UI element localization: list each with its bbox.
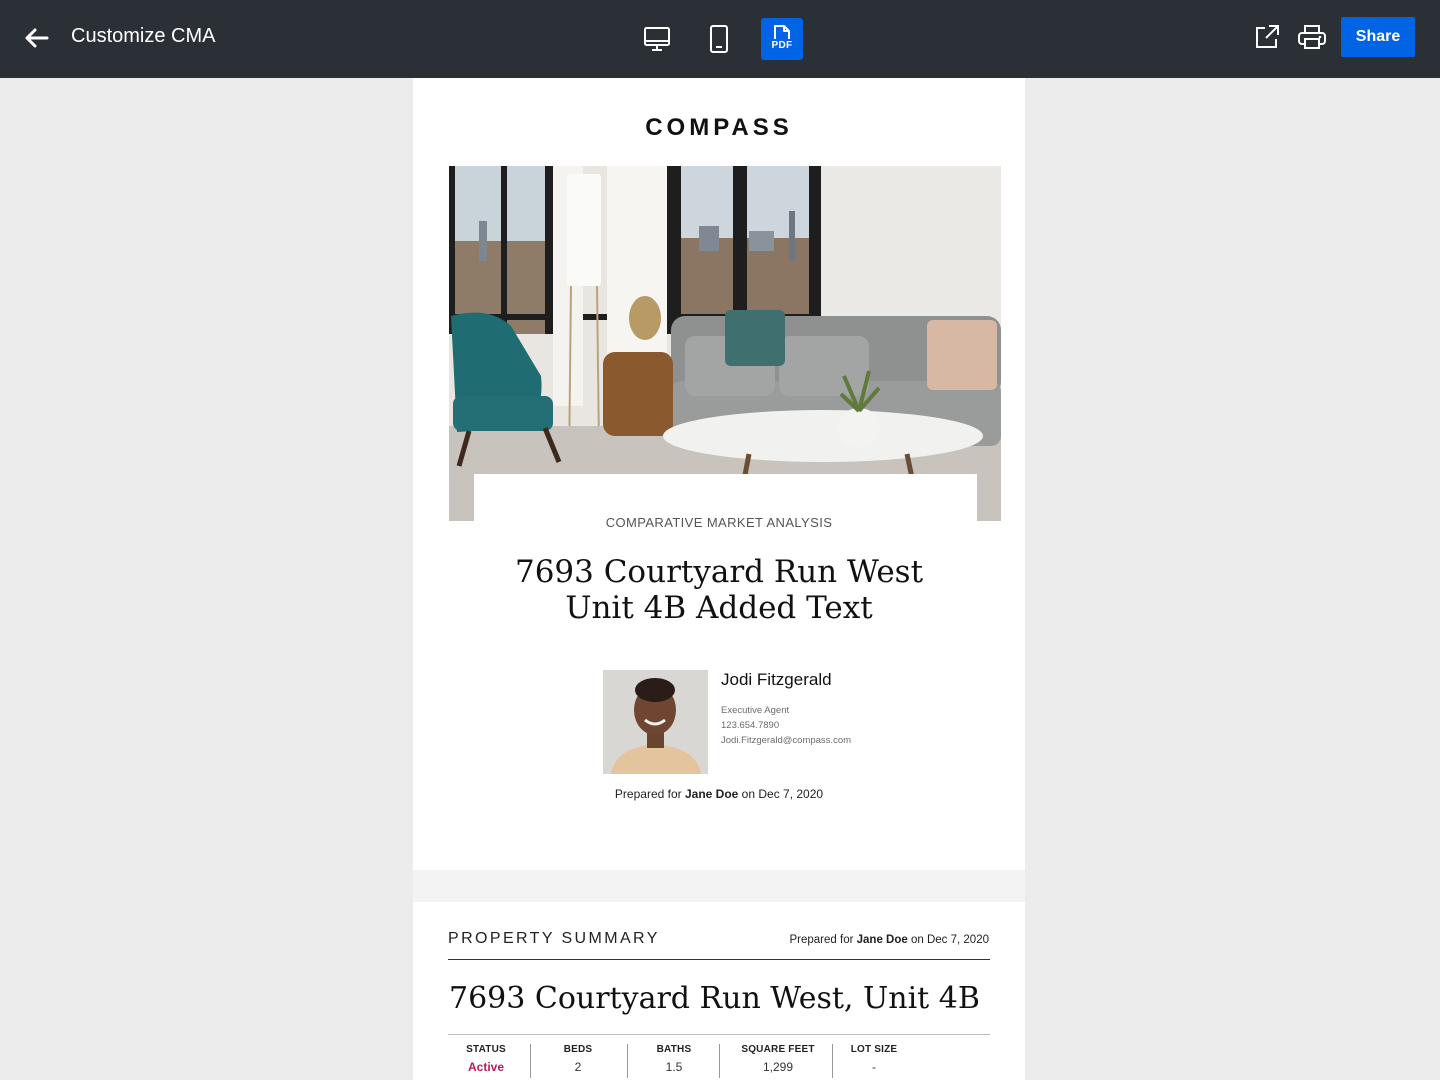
back-arrow-icon (25, 28, 49, 48)
fact-baths: BATHS 1.5 (652, 1044, 696, 1080)
pdf-view-button[interactable]: PDF (761, 18, 803, 60)
fact-label: STATUS (466, 1044, 506, 1055)
fact-value: 1,299 (762, 1060, 794, 1074)
fact-value: 2 (574, 1060, 582, 1074)
page-gap (413, 870, 1025, 902)
client-name: Jane Doe (684, 787, 739, 801)
living-room-image (449, 166, 1001, 521)
divider (448, 959, 990, 960)
headline-line-2: Unit 4B Added Text (565, 590, 873, 626)
fact-status: STATUS Active (448, 1044, 524, 1080)
agent-avatar (603, 670, 708, 774)
fact-label: LOT SIZE (850, 1044, 898, 1055)
agent-portrait-image (603, 670, 708, 774)
fact-divider (719, 1044, 720, 1078)
fact-value: 1.5 (665, 1060, 683, 1074)
fact-label: SQUARE FEET (741, 1044, 815, 1055)
fact-divider (530, 1044, 531, 1078)
report-type-label: COMPARATIVE MARKET ANALYSIS (605, 515, 833, 530)
prepared-date: on Dec 7, 2020 (910, 934, 989, 946)
fact-label: BATHS (656, 1044, 692, 1055)
fact-label: BEDS (563, 1044, 593, 1055)
open-external-button[interactable] (1251, 20, 1283, 54)
fact-divider (832, 1044, 833, 1078)
property-address-headline: 7693 Courtyard Run West Unit 4B Added Te… (413, 554, 1025, 626)
desktop-view-button[interactable] (636, 18, 678, 60)
agent-phone[interactable]: 123.654.7890 (721, 720, 779, 731)
headline-line-1: 7693 Courtyard Run West (514, 554, 924, 590)
cover-page: COMPASS COMPARATIVE MARKET ANALYSIS 7693… (413, 78, 1025, 870)
compass-logo: COMPASS (645, 114, 793, 141)
property-facts: STATUS Active BEDS 2 BATHS 1.5 SQUARE FE… (448, 1044, 990, 1080)
prepared-date: on Dec 7, 2020 (741, 787, 824, 801)
agent-title: Executive Agent (721, 705, 790, 716)
property-summary-page: PROPERTY SUMMARY Prepared for Jane Doe o… (413, 902, 1025, 1080)
back-button[interactable] (20, 22, 52, 54)
prepared-for-line: Prepared for Jane Doe on Dec 7, 2020 (790, 934, 990, 946)
fact-beds: BEDS 2 (560, 1044, 596, 1080)
pdf-icon (774, 25, 790, 39)
prepared-prefix: Prepared for (789, 934, 854, 946)
share-button[interactable]: Share (1341, 17, 1415, 57)
print-button[interactable] (1296, 20, 1328, 54)
page-title: Customize CMA (71, 25, 216, 47)
mobile-icon (710, 25, 728, 53)
fact-value: - (872, 1060, 876, 1074)
section-title: PROPERTY SUMMARY (448, 930, 660, 947)
fact-divider (627, 1044, 628, 1078)
desktop-icon (644, 27, 670, 51)
pdf-label: PDF (771, 40, 793, 51)
top-bar: Customize CMA PDF Share (0, 0, 1440, 78)
agent-email[interactable]: Jodi.Fitzgerald@compass.com (721, 735, 851, 746)
fact-square-feet: SQUARE FEET 1,299 (736, 1044, 820, 1080)
property-address: 7693 Courtyard Run West, Unit 4B (449, 981, 980, 1016)
status-badge: Active (467, 1060, 505, 1074)
client-name: Jane Doe (856, 934, 908, 946)
prepared-for-line: Prepared for Jane Doe on Dec 7, 2020 (413, 787, 1025, 801)
mobile-view-button[interactable] (698, 18, 740, 60)
open-external-icon (1256, 25, 1279, 48)
print-icon (1298, 25, 1326, 49)
property-photo (449, 166, 1001, 521)
divider (448, 1034, 990, 1035)
prepared-prefix: Prepared for (614, 787, 682, 801)
agent-name: Jodi Fitzgerald (721, 670, 832, 689)
fact-lot-size: LOT SIZE - (844, 1044, 904, 1080)
